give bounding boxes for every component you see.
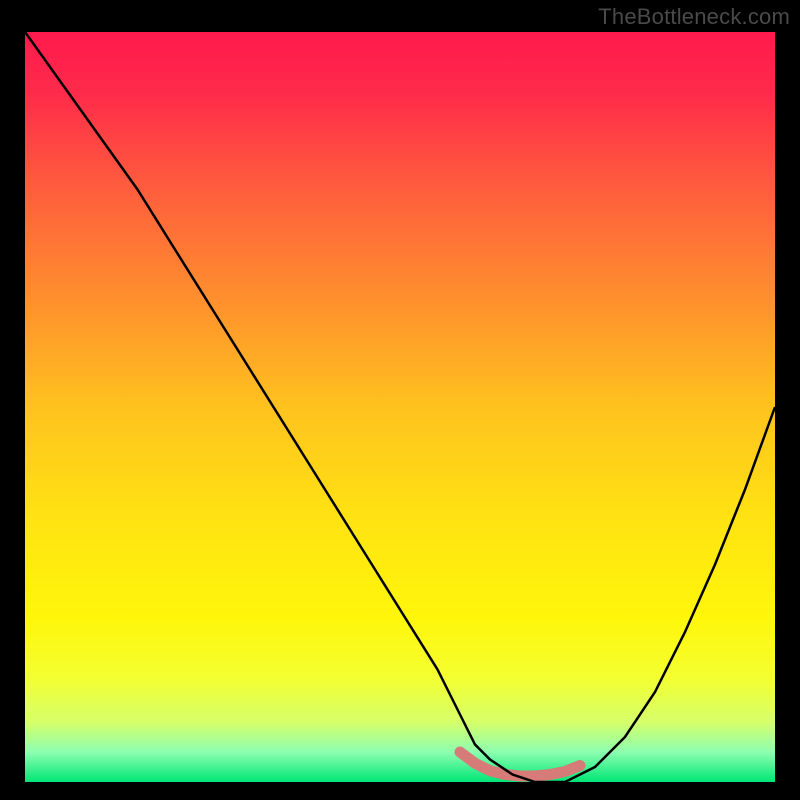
plot-area (25, 32, 775, 782)
attribution-text: TheBottleneck.com (598, 4, 790, 30)
chart-frame: TheBottleneck.com (0, 0, 800, 800)
series-optimal-band (460, 752, 580, 776)
curve-layer (25, 32, 775, 782)
series-bottleneck-curve (25, 32, 775, 782)
